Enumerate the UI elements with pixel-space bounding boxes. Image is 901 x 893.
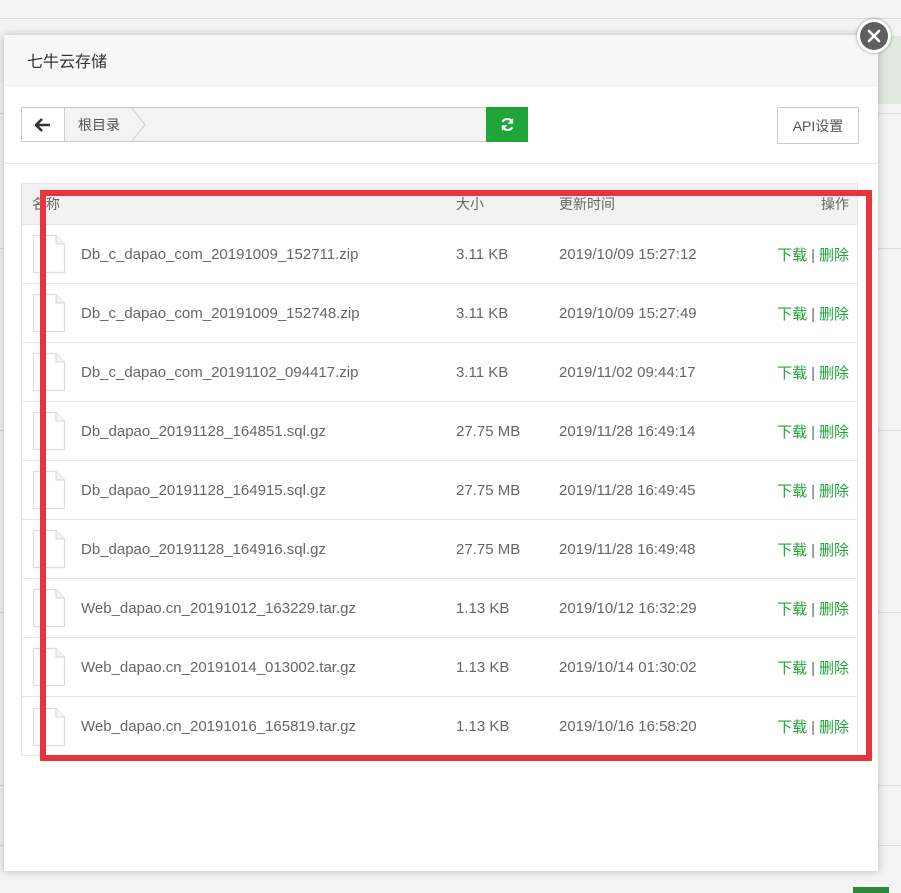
back-button[interactable]	[22, 108, 65, 141]
dialog-header: 七牛云存储	[4, 35, 878, 86]
refresh-icon	[501, 118, 513, 131]
highlight-box	[40, 190, 872, 761]
close-button[interactable]	[857, 19, 891, 53]
background-button	[853, 887, 889, 893]
api-settings-button[interactable]: API设置	[777, 107, 859, 144]
toolbar-divider	[4, 163, 878, 164]
breadcrumb-label: 根目录	[78, 116, 120, 133]
breadcrumb-arrow-icon	[132, 108, 146, 141]
background-divider	[0, 18, 901, 19]
close-icon	[860, 22, 888, 50]
arrow-left-icon	[35, 117, 50, 132]
refresh-button[interactable]	[486, 107, 528, 142]
path-navigation: 根目录	[21, 107, 487, 142]
dialog-toolbar: 根目录 API设置	[21, 107, 859, 144]
breadcrumb-root[interactable]: 根目录	[65, 108, 146, 141]
dialog-title: 七牛云存储	[27, 54, 108, 71]
